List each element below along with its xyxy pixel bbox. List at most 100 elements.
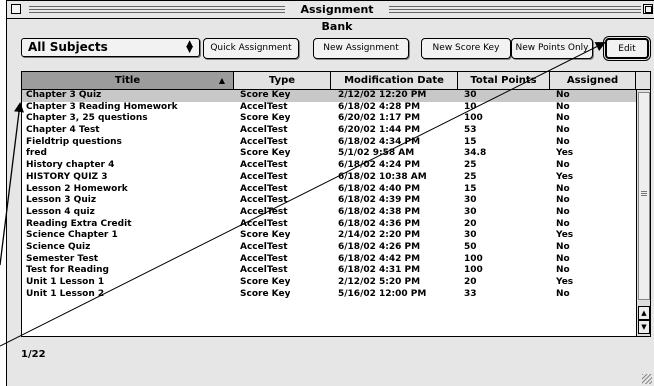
cell-total-points: 100 (464, 265, 483, 276)
table-row[interactable]: Unit 1 Lesson 1 Score Key 2/12/02 5:20 PM 2… (22, 277, 636, 289)
cell-assigned: No (556, 101, 570, 112)
new-points-only-button[interactable]: New Points Only (511, 38, 593, 59)
table-row[interactable]: Lesson 2 Homework AccelTest 6/18/02 4:40 P… (22, 184, 636, 196)
table-header: Title ▲ Type Modification Date Total Poin… (22, 72, 650, 90)
cell-type: AccelTest (240, 171, 288, 182)
cell-title: Lesson 3 Quiz (26, 195, 97, 206)
cell-modification-date: 6/18/02 4:39 PM (338, 195, 421, 206)
sort-ascending-icon: ▲ (218, 76, 225, 85)
column-header-title[interactable]: Title ▲ (22, 72, 234, 89)
grip-icon (641, 191, 647, 197)
quick-assignment-button[interactable]: Quick Assignment (203, 38, 299, 59)
scroll-up-arrow-icon[interactable]: ▲ (638, 306, 650, 320)
cell-assigned: No (556, 265, 570, 276)
cell-assigned: No (556, 183, 570, 194)
cell-type: AccelTest (240, 136, 288, 147)
table-row[interactable]: Unit 1 Lesson 2 Score Key 5/16/02 12:00 PM… (22, 289, 636, 301)
table-row[interactable]: Fieldtrip questions AccelTest 6/18/02 4:34… (22, 137, 636, 149)
cell-title: fred (26, 148, 47, 159)
cell-assigned: No (556, 241, 570, 252)
new-score-key-button[interactable]: New Score Key (421, 38, 511, 59)
vertical-scrollbar[interactable]: ▲ ▼ (636, 90, 650, 336)
cell-type: AccelTest (240, 125, 288, 136)
cell-modification-date: 6/18/02 4:42 PM (338, 253, 421, 264)
cell-total-points: 100 (464, 253, 483, 264)
cell-total-points: 15 (464, 136, 477, 147)
title-stripes-right (389, 6, 641, 13)
cell-assigned: No (556, 160, 570, 171)
cell-title: Lesson 2 Homework (26, 183, 128, 194)
cell-assigned: No (556, 136, 570, 147)
cell-assigned: Yes (556, 277, 574, 287)
cell-assigned: Yes (556, 230, 574, 241)
column-header-assigned[interactable]: Assigned (550, 72, 636, 89)
cell-modification-date: 2/12/02 5:20 PM (338, 277, 421, 287)
cell-assigned: No (556, 253, 570, 264)
cell-title: Chapter 3 Quiz (26, 90, 102, 100)
cell-modification-date: 6/18/02 4:36 PM (338, 218, 421, 229)
scroll-thumb[interactable] (638, 92, 650, 300)
table-row[interactable]: Semester Test AccelTest 6/18/02 4:42 PM 100… (22, 254, 636, 266)
subject-select-value: All Subjects (28, 40, 108, 54)
cell-modification-date: 5/1/02 9:58 AM (338, 148, 415, 159)
scroll-down-arrow-icon[interactable]: ▼ (638, 320, 650, 334)
resize-grip-icon[interactable] (642, 374, 652, 384)
cell-assigned: No (556, 125, 570, 136)
cell-type: AccelTest (240, 101, 288, 112)
cell-modification-date: 6/18/02 10:38 AM (338, 171, 427, 182)
cell-modification-date: 6/20/02 1:44 PM (338, 125, 421, 136)
cell-type: AccelTest (240, 218, 288, 229)
new-assignment-button[interactable]: New Assignment (313, 38, 409, 59)
table-row[interactable]: History chapter 4 AccelTest 6/18/02 4:24 P… (22, 160, 636, 172)
table-row[interactable]: HISTORY QUIZ 3 AccelTest 6/18/02 10:38 AM 2… (22, 172, 636, 184)
cell-assigned: No (556, 195, 570, 206)
cell-modification-date: 5/16/02 12:00 PM (338, 288, 427, 299)
column-header-modification-date[interactable]: Modification Date (331, 72, 458, 89)
table-row[interactable]: Science Quiz AccelTest 6/18/02 4:26 PM 50 No (22, 242, 636, 254)
cell-assigned: No (556, 206, 570, 217)
table-row[interactable]: Lesson 4 quiz AccelTest 6/18/02 4:38 PM 30 N… (22, 207, 636, 219)
table-row[interactable]: fred Score Key 5/1/02 9:58 AM 34.8 Yes (22, 148, 636, 160)
table-row[interactable]: Chapter 3 Quiz Score Key 2/12/02 12:20 PM 3… (22, 90, 636, 102)
table-row[interactable]: Lesson 3 Quiz AccelTest 6/18/02 4:39 PM 30 N… (22, 195, 636, 207)
cell-type: AccelTest (240, 265, 288, 276)
cell-modification-date: 6/18/02 4:38 PM (338, 206, 421, 217)
cell-type: Score Key (240, 148, 291, 159)
cell-modification-date: 2/14/02 2:20 PM (338, 230, 421, 241)
cell-total-points: 20 (464, 277, 477, 287)
table-row[interactable]: Reading Extra Credit AccelTest 6/18/02 4:3… (22, 219, 636, 231)
title-bar[interactable]: Assignment Bank (7, 1, 654, 33)
table-row[interactable]: Chapter 3 Reading Homework AccelTest 6/18/… (22, 102, 636, 114)
cell-assigned: Yes (556, 171, 574, 182)
close-box[interactable] (11, 4, 21, 14)
column-header-type[interactable]: Type (234, 72, 331, 89)
cell-assigned: No (556, 90, 570, 100)
cell-type: Score Key (240, 113, 291, 124)
cell-title: Unit 1 Lesson 2 (26, 288, 105, 299)
edit-button[interactable]: Edit (605, 38, 649, 59)
table-row[interactable]: Chapter 4 Test AccelTest 6/20/02 1:44 PM 53… (22, 125, 636, 137)
cell-title: Chapter 3 Reading Homework (26, 101, 178, 112)
cell-total-points: 33 (464, 288, 477, 299)
cell-total-points: 10 (464, 101, 477, 112)
column-header-total-points[interactable]: Total Points (458, 72, 550, 89)
cell-title: Semester Test (26, 253, 99, 264)
table-row[interactable]: Science Chapter 1 Score Key 2/14/02 2:20 P… (22, 230, 636, 242)
cell-type: Score Key (240, 90, 291, 100)
cell-total-points: 100 (464, 113, 483, 124)
cell-type: AccelTest (240, 160, 288, 171)
cell-title: Chapter 4 Test (26, 125, 100, 136)
assignment-bank-window: Assignment Bank All Subjects ▲ ▼ Quick As… (6, 0, 654, 386)
zoom-box[interactable] (643, 4, 653, 14)
cell-modification-date: 2/12/02 12:20 PM (338, 90, 427, 100)
cell-modification-date: 6/18/02 4:26 PM (338, 241, 421, 252)
cell-total-points: 20 (464, 218, 477, 229)
table-row[interactable]: Test for Reading AccelTest 6/18/02 4:31 PM… (22, 265, 636, 277)
cell-type: AccelTest (240, 241, 288, 252)
cell-total-points: 50 (464, 241, 477, 252)
cell-title: HISTORY QUIZ 3 (26, 171, 108, 182)
cell-title: Lesson 4 quiz (26, 206, 95, 217)
subject-select[interactable]: All Subjects ▲ ▼ (21, 38, 200, 57)
table-row[interactable]: Chapter 3, 25 questions Score Key 6/20/02 … (22, 113, 636, 125)
cell-assigned: No (556, 218, 570, 229)
